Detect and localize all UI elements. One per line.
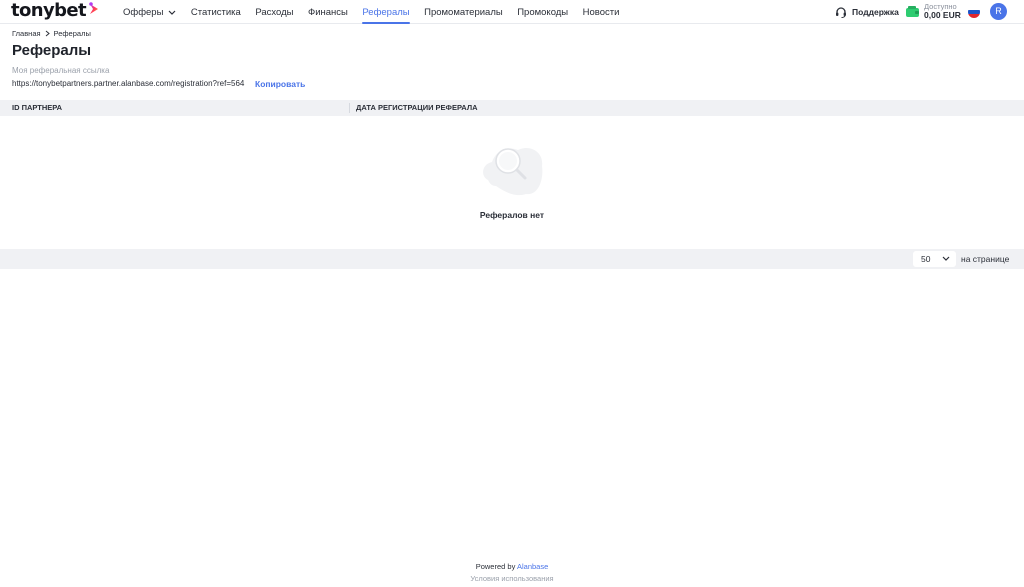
nav-promo-codes[interactable]: Промокоды (517, 0, 568, 24)
breadcrumb-current: Рефералы (53, 29, 91, 38)
logo-text: tonybet (11, 0, 87, 21)
nav-finance[interactable]: Финансы (308, 0, 348, 24)
column-registration-date[interactable]: ДАТА РЕГИСТРАЦИИ РЕФЕРАЛА (356, 100, 478, 116)
nav-promo-materials[interactable]: Промоматериалы (424, 0, 503, 24)
tonybet-logo[interactable]: tonybet (11, 1, 100, 21)
per-page-label: на странице (961, 254, 1010, 264)
nav-offers-label: Офферы (123, 6, 164, 18)
column-divider (349, 103, 350, 113)
chevron-right-icon (45, 30, 50, 37)
balance-amount: 0,00 EUR (924, 10, 961, 20)
terms-link[interactable]: Условия использования (0, 574, 1024, 583)
balance-widget[interactable]: Доступно 0,00 EUR (906, 2, 961, 20)
empty-state-search-icon (483, 147, 543, 196)
footer-powered-by: Powered by Alanbase (0, 562, 1024, 571)
wallet-icon (906, 5, 919, 17)
powered-by-prefix: Powered by (475, 562, 516, 571)
top-header: tonybet Офферы Статистика Расходы Финанс… (0, 0, 1024, 24)
chevron-down-icon (168, 10, 176, 15)
language-flag-ru-icon[interactable] (968, 6, 980, 18)
nav-expenses[interactable]: Расходы (255, 0, 293, 24)
logo-mark-icon (89, 2, 99, 14)
support-label: Поддержка (852, 7, 899, 17)
copy-button[interactable]: Копировать (255, 79, 305, 89)
nav-referrals[interactable]: Рефералы (362, 0, 410, 24)
support-link[interactable]: Поддержка (835, 4, 899, 20)
breadcrumb-home[interactable]: Главная (12, 29, 41, 38)
ref-link-value: https://tonybetpartners.partner.alanbase… (12, 79, 245, 88)
chevron-down-icon (942, 256, 950, 261)
per-page-value: 50 (921, 254, 931, 264)
page-title: Рефералы (12, 42, 92, 59)
nav-offers[interactable]: Офферы (123, 0, 176, 24)
ref-link-label: Моя реферальная ссылка (12, 66, 110, 75)
column-partner-id[interactable]: ID ПАРТНЕРА (12, 100, 62, 116)
breadcrumb: Главная Рефералы (12, 29, 91, 38)
main-nav: Офферы Статистика Расходы Финансы Рефера… (123, 0, 634, 24)
per-page-select[interactable]: 50 (913, 251, 956, 267)
referrals-table-header: ID ПАРТНЕРА ДАТА РЕГИСТРАЦИИ РЕФЕРАЛА (0, 100, 1024, 116)
pagination-bar: 50 на странице (0, 249, 1024, 269)
avatar[interactable]: R (990, 3, 1007, 20)
nav-news[interactable]: Новости (583, 0, 620, 24)
headset-icon (836, 7, 846, 18)
alanbase-link[interactable]: Alanbase (517, 562, 548, 571)
empty-state-text: Рефералов нет (479, 210, 545, 220)
nav-statistics[interactable]: Статистика (191, 0, 241, 24)
